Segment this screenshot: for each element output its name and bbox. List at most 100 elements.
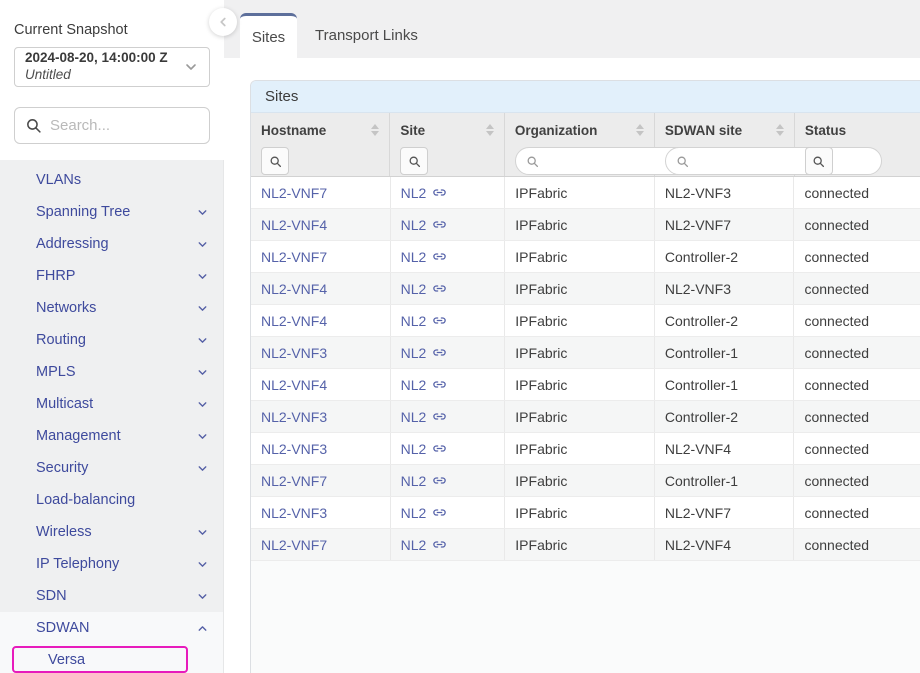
panel-title: Sites: [251, 81, 920, 113]
snapshot-select[interactable]: 2024-08-20, 14:00:00 Z Untitled: [14, 47, 210, 87]
sort-icon[interactable]: [369, 122, 381, 138]
cell-hostname[interactable]: NL2-VNF3: [251, 433, 391, 464]
search-icon: [812, 155, 825, 168]
cell-site[interactable]: NL2: [391, 337, 506, 368]
sidebar-item-spanning-tree[interactable]: Spanning Tree: [0, 196, 223, 228]
sort-icon[interactable]: [484, 122, 496, 138]
sidebar-item-vlans[interactable]: VLANs: [0, 164, 223, 196]
filter-button-hostname[interactable]: [261, 147, 289, 175]
cell-site[interactable]: NL2: [391, 529, 506, 560]
sidebar-item-load-balancing[interactable]: Load-balancing: [0, 484, 223, 516]
table-row[interactable]: NL2-VNF3 NL2 IPFabric Controller-1 conne…: [251, 337, 920, 369]
cell-organization: IPFabric: [505, 209, 655, 240]
sidebar-item-label: Security: [36, 460, 88, 476]
table-row[interactable]: NL2-VNF7 NL2 IPFabric NL2-VNF4 connected: [251, 529, 920, 561]
table-row[interactable]: NL2-VNF4 NL2 IPFabric Controller-1 conne…: [251, 369, 920, 401]
cell-site[interactable]: NL2: [391, 305, 506, 336]
chevron-down-icon: [196, 462, 209, 475]
cell-status: connected: [794, 465, 920, 496]
tab-sites[interactable]: Sites: [240, 13, 297, 58]
sidebar-search[interactable]: [14, 107, 210, 144]
cell-site[interactable]: NL2: [391, 497, 506, 528]
sidebar-item-sdwan[interactable]: SDWAN: [0, 612, 223, 644]
table-row[interactable]: NL2-VNF4 NL2 IPFabric NL2-VNF7 connected: [251, 209, 920, 241]
table-row[interactable]: NL2-VNF3 NL2 IPFabric Controller-2 conne…: [251, 401, 920, 433]
chevron-down-icon: [196, 302, 209, 315]
sidebar-item-label: Addressing: [36, 236, 109, 252]
sort-icon[interactable]: [634, 122, 646, 138]
column-label: SDWAN site: [665, 123, 742, 138]
sidebar-item-label: Routing: [36, 332, 86, 348]
sidebar-item-mpls[interactable]: MPLS: [0, 356, 223, 388]
filter-button-status[interactable]: [805, 147, 833, 175]
cell-hostname[interactable]: NL2-VNF3: [251, 497, 391, 528]
search-input[interactable]: [50, 117, 199, 134]
cell-status: connected: [794, 369, 920, 400]
cell-hostname[interactable]: NL2-VNF4: [251, 209, 391, 240]
cell-hostname[interactable]: NL2-VNF4: [251, 273, 391, 304]
cell-site[interactable]: NL2: [391, 401, 506, 432]
link-icon: [432, 249, 447, 264]
cell-sdwan-site: NL2-VNF7: [655, 209, 795, 240]
cell-hostname[interactable]: NL2-VNF4: [251, 369, 391, 400]
sidebar-item-fhrp[interactable]: FHRP: [0, 260, 223, 292]
sidebar-item-multicast[interactable]: Multicast: [0, 388, 223, 420]
table-row[interactable]: NL2-VNF4 NL2 IPFabric NL2-VNF3 connected: [251, 273, 920, 305]
cell-site[interactable]: NL2: [391, 433, 506, 464]
cell-site[interactable]: NL2: [391, 177, 506, 208]
chevron-down-icon: [196, 206, 209, 219]
main-area: Sites Transport Links Sites Hostname: [224, 0, 920, 673]
table-row[interactable]: NL2-VNF3 NL2 IPFabric NL2-VNF4 connected: [251, 433, 920, 465]
sidebar-item-routing[interactable]: Routing: [0, 324, 223, 356]
cell-hostname[interactable]: NL2-VNF7: [251, 177, 391, 208]
cell-site[interactable]: NL2: [391, 241, 506, 272]
current-snapshot-label: Current Snapshot: [14, 22, 210, 38]
sidebar: Current Snapshot 2024-08-20, 14:00:00 Z …: [0, 0, 224, 673]
cell-hostname[interactable]: NL2-VNF3: [251, 337, 391, 368]
table-row[interactable]: NL2-VNF7 NL2 IPFabric NL2-VNF3 connected: [251, 177, 920, 209]
sidebar-item-networks[interactable]: Networks: [0, 292, 223, 324]
link-icon: [432, 505, 447, 520]
cell-sdwan-site: Controller-2: [655, 305, 795, 336]
cell-site[interactable]: NL2: [391, 273, 506, 304]
sidebar-item-addressing[interactable]: Addressing: [0, 228, 223, 260]
cell-organization: IPFabric: [505, 497, 655, 528]
cell-site[interactable]: NL2: [391, 369, 506, 400]
cell-hostname[interactable]: NL2-VNF7: [251, 241, 391, 272]
cell-organization: IPFabric: [505, 337, 655, 368]
sidebar-item-sdn[interactable]: SDN: [0, 580, 223, 612]
link-icon: [432, 537, 447, 552]
sidebar-item-ip-telephony[interactable]: IP Telephony: [0, 548, 223, 580]
cell-site[interactable]: NL2: [391, 209, 506, 240]
cell-hostname[interactable]: NL2-VNF4: [251, 305, 391, 336]
sidebar-item-label: MPLS: [36, 364, 76, 380]
sidebar-item-label: SDWAN: [36, 620, 89, 636]
cell-site[interactable]: NL2: [391, 465, 506, 496]
chevron-up-icon: [196, 622, 209, 635]
cell-organization: IPFabric: [505, 241, 655, 272]
snapshot-select-texts: 2024-08-20, 14:00:00 Z Untitled: [25, 50, 168, 84]
cell-hostname[interactable]: NL2-VNF3: [251, 401, 391, 432]
cell-organization: IPFabric: [505, 529, 655, 560]
table-row[interactable]: NL2-VNF3 NL2 IPFabric NL2-VNF7 connected: [251, 497, 920, 529]
table-row[interactable]: NL2-VNF7 NL2 IPFabric Controller-2 conne…: [251, 241, 920, 273]
filter-button-site[interactable]: [400, 147, 428, 175]
cell-organization: IPFabric: [505, 369, 655, 400]
sidebar-item-label: FHRP: [36, 268, 75, 284]
sidebar-item-management[interactable]: Management: [0, 420, 223, 452]
cell-organization: IPFabric: [505, 177, 655, 208]
sidebar-item-versa[interactable]: Versa: [12, 646, 188, 673]
chevron-down-icon: [196, 526, 209, 539]
sidebar-collapse-button[interactable]: [209, 8, 237, 36]
table-row[interactable]: NL2-VNF4 NL2 IPFabric Controller-2 conne…: [251, 305, 920, 337]
table-row[interactable]: NL2-VNF7 NL2 IPFabric Controller-1 conne…: [251, 465, 920, 497]
cell-sdwan-site: NL2-VNF3: [655, 273, 795, 304]
sort-icon[interactable]: [774, 122, 786, 138]
cell-hostname[interactable]: NL2-VNF7: [251, 529, 391, 560]
tab-transport-links[interactable]: Transport Links: [300, 13, 433, 58]
sidebar-item-security[interactable]: Security: [0, 452, 223, 484]
cell-organization: IPFabric: [505, 465, 655, 496]
column-label: Hostname: [261, 123, 326, 138]
sidebar-item-wireless[interactable]: Wireless: [0, 516, 223, 548]
cell-hostname[interactable]: NL2-VNF7: [251, 465, 391, 496]
